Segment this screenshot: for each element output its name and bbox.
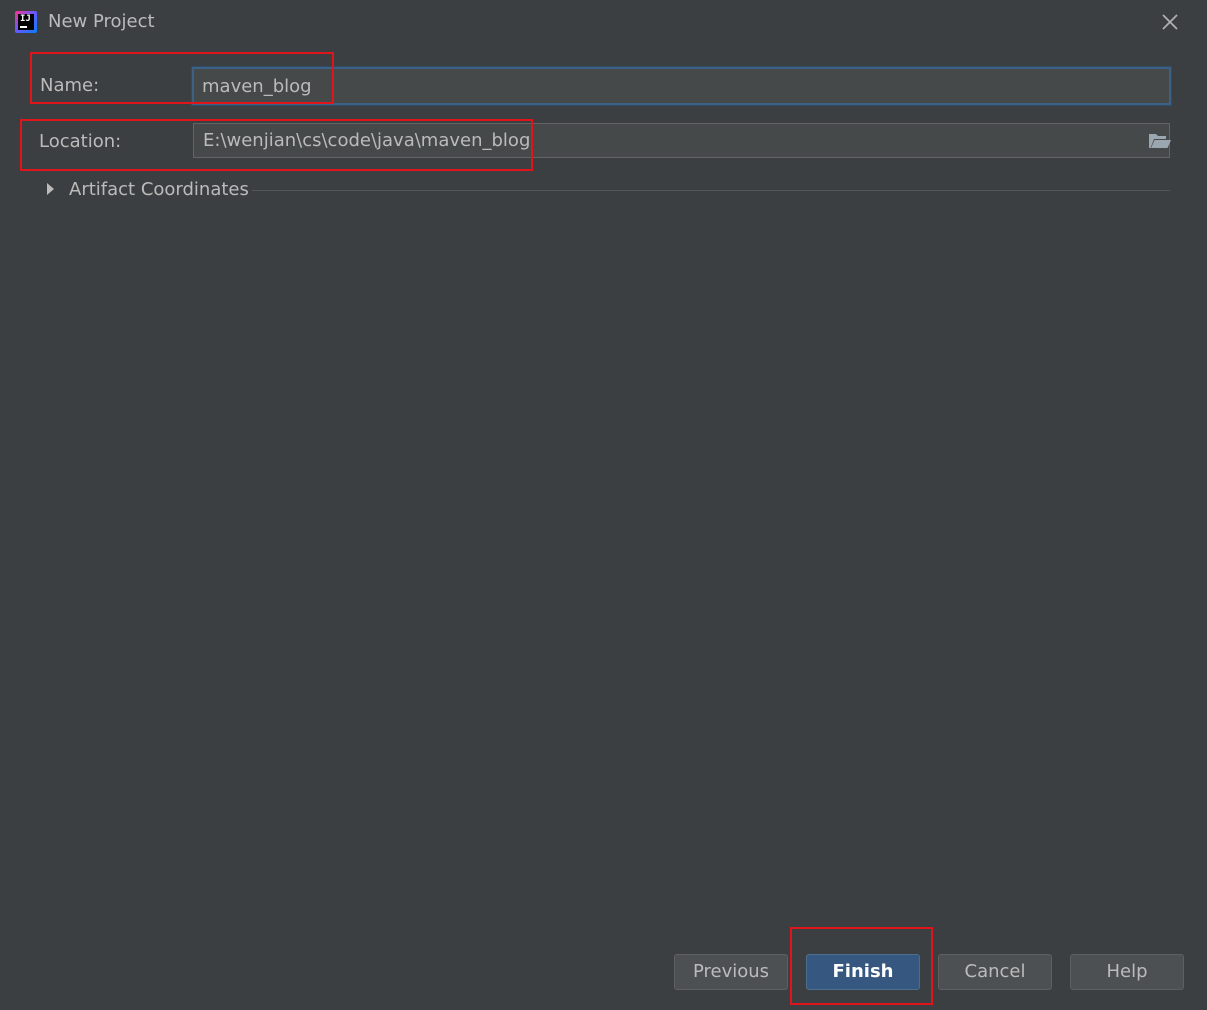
name-label: Name: xyxy=(40,75,100,96)
new-project-dialog: IJ New Project Name: Location: Artifact … xyxy=(0,0,1207,1010)
cancel-button[interactable]: Cancel xyxy=(938,954,1052,990)
help-button[interactable]: Help xyxy=(1070,954,1184,990)
close-icon xyxy=(1162,14,1178,30)
previous-button[interactable]: Previous xyxy=(674,954,788,990)
title-bar: IJ New Project xyxy=(0,0,1207,44)
location-label: Location: xyxy=(39,131,122,152)
section-divider xyxy=(252,190,1170,191)
location-input[interactable] xyxy=(193,123,1170,158)
artifact-coordinates-section: Artifact Coordinates xyxy=(40,176,1170,204)
intellij-idea-icon: IJ xyxy=(15,11,37,33)
dialog-title: New Project xyxy=(48,11,155,32)
chevron-right-icon[interactable] xyxy=(47,183,54,195)
artifact-coordinates-toggle[interactable]: Artifact Coordinates xyxy=(69,179,249,201)
name-input[interactable] xyxy=(192,67,1171,105)
close-button[interactable] xyxy=(1159,11,1181,33)
browse-folder-button[interactable] xyxy=(1148,132,1171,150)
folder-open-icon xyxy=(1149,134,1171,148)
finish-button[interactable]: Finish xyxy=(806,954,920,990)
